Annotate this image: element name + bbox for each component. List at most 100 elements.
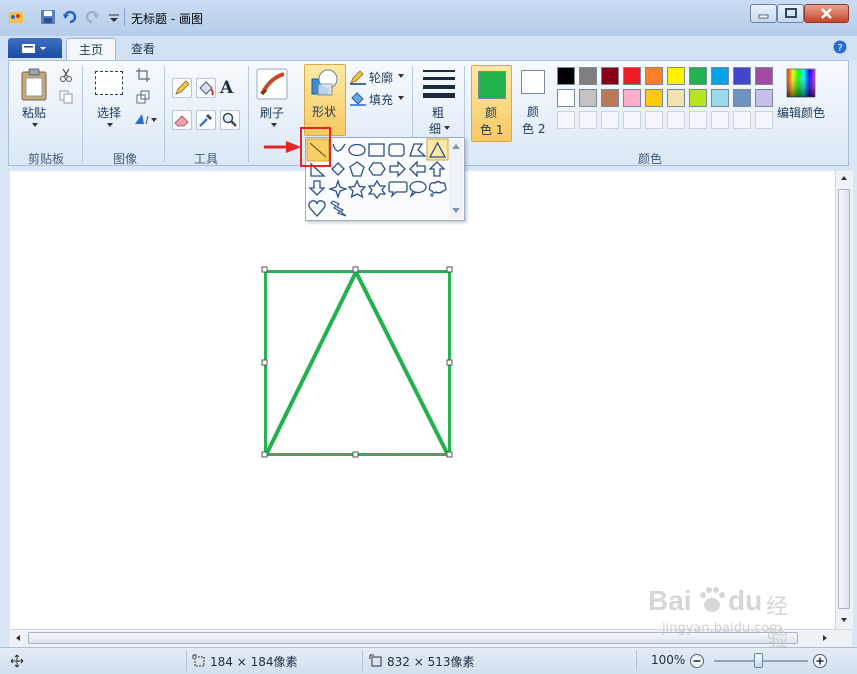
shape-rounded-rectangle-item[interactable]	[388, 143, 405, 157]
drawing-canvas[interactable]	[10, 171, 835, 629]
color1-button[interactable]: 颜 色 1	[471, 65, 512, 142]
palette-color-swatch[interactable]	[711, 89, 729, 107]
customize-toolbar-icon[interactable]	[106, 9, 122, 25]
select-icon[interactable]	[95, 71, 123, 95]
palette-color-swatch[interactable]	[601, 89, 619, 107]
select-dropdown-icon[interactable]	[106, 122, 114, 128]
brush-icon[interactable]	[256, 68, 288, 100]
pencil-tool-button[interactable]	[172, 78, 192, 98]
save-icon[interactable]	[40, 9, 56, 25]
shape-hexagon-item[interactable]	[368, 162, 386, 176]
palette-color-swatch[interactable]	[733, 67, 751, 85]
size-icon[interactable]	[422, 68, 456, 98]
resize-handle[interactable]	[261, 451, 268, 458]
shape-curve-item[interactable]	[332, 143, 346, 152]
palette-custom-slot[interactable]	[557, 111, 575, 129]
crop-icon[interactable]	[136, 68, 150, 82]
zoom-in-icon[interactable]	[812, 653, 828, 669]
shape-triangle-item[interactable]	[426, 138, 449, 161]
size-label-line1[interactable]: 粗	[432, 104, 444, 121]
resize-handle[interactable]	[446, 359, 453, 366]
palette-custom-slot[interactable]	[733, 111, 751, 129]
resize-handle[interactable]	[352, 266, 359, 273]
redo-icon[interactable]	[84, 9, 100, 25]
shape-rounded-callout-item[interactable]	[388, 181, 408, 199]
palette-color-swatch[interactable]	[557, 89, 575, 107]
cut-icon[interactable]	[59, 68, 73, 82]
shape-oval-callout-item[interactable]	[409, 180, 427, 199]
palette-custom-slot[interactable]	[601, 111, 619, 129]
resize-handle[interactable]	[261, 266, 268, 273]
shapes-dropdown-scrollbar[interactable]	[449, 139, 463, 219]
copy-icon[interactable]	[59, 90, 73, 104]
color2-label-line1[interactable]: 颜	[527, 103, 539, 120]
zoom-out-icon[interactable]	[689, 653, 705, 669]
palette-color-swatch[interactable]	[645, 67, 663, 85]
shape-right-arrow-item[interactable]	[389, 160, 406, 178]
palette-color-swatch[interactable]	[755, 89, 773, 107]
palette-color-swatch[interactable]	[557, 67, 575, 85]
minimize-button[interactable]	[750, 4, 777, 23]
palette-color-swatch[interactable]	[623, 89, 641, 107]
palette-color-swatch[interactable]	[689, 67, 707, 85]
rotate-icon[interactable]	[134, 112, 158, 126]
palette-color-swatch[interactable]	[711, 67, 729, 85]
scroll-down-icon[interactable]	[840, 617, 848, 623]
text-tool-button[interactable]: A	[220, 78, 240, 98]
fill-tool-button[interactable]	[196, 78, 216, 98]
size-label-line2[interactable]: 细	[429, 120, 441, 137]
palette-custom-slot[interactable]	[711, 111, 729, 129]
tab-view[interactable]: 查看	[120, 38, 166, 60]
shape-up-arrow-item[interactable]	[428, 161, 446, 177]
shape-five-point-star-item[interactable]	[347, 179, 367, 199]
vertical-scrollbar[interactable]	[835, 171, 853, 629]
resize-handle[interactable]	[446, 266, 453, 273]
undo-icon[interactable]	[62, 9, 78, 25]
outline-label[interactable]: 轮廓	[369, 69, 393, 86]
color2-swatch[interactable]	[521, 70, 545, 94]
size-dropdown-icon[interactable]	[443, 125, 451, 131]
magnifier-tool-button[interactable]	[220, 110, 240, 130]
palette-color-swatch[interactable]	[623, 67, 641, 85]
resize-icon[interactable]	[136, 90, 150, 104]
shape-six-point-star-item[interactable]	[367, 179, 387, 200]
palette-color-swatch[interactable]	[667, 67, 685, 85]
resize-handle[interactable]	[352, 451, 359, 458]
scroll-right-icon[interactable]	[822, 634, 828, 642]
shape-polygon-item[interactable]	[409, 143, 427, 157]
scroll-up-icon[interactable]	[840, 175, 848, 181]
shape-rectangle-item[interactable]	[368, 143, 385, 157]
shape-left-arrow-item[interactable]	[409, 160, 426, 178]
shape-cloud-callout-item[interactable]	[428, 180, 447, 197]
edit-colors-icon[interactable]	[786, 68, 816, 98]
maximize-button[interactable]	[777, 4, 804, 23]
close-button[interactable]	[804, 4, 849, 23]
shape-down-arrow-item[interactable]	[308, 180, 326, 196]
eraser-tool-button[interactable]	[172, 110, 192, 130]
paint-app-icon[interactable]	[8, 9, 24, 25]
fill-label[interactable]: 填充	[369, 91, 393, 108]
palette-color-swatch[interactable]	[579, 67, 597, 85]
brushes-dropdown-icon[interactable]	[270, 122, 278, 128]
scroll-left-icon[interactable]	[15, 634, 21, 642]
palette-custom-slot[interactable]	[623, 111, 641, 129]
palette-color-swatch[interactable]	[601, 67, 619, 85]
shape-four-point-star-item[interactable]	[327, 178, 349, 200]
shape-heart-item[interactable]	[308, 200, 326, 217]
palette-color-swatch[interactable]	[579, 89, 597, 107]
shape-diamond-item[interactable]	[331, 162, 345, 176]
resize-handle[interactable]	[261, 359, 268, 366]
color-picker-tool-button[interactable]	[196, 110, 216, 130]
shape-pentagon-item[interactable]	[349, 161, 365, 177]
palette-custom-slot[interactable]	[667, 111, 685, 129]
zoom-slider-thumb[interactable]	[754, 653, 763, 668]
edit-colors-label[interactable]: 编辑颜色	[777, 104, 825, 121]
shapes-button[interactable]: 形状	[304, 64, 346, 136]
brushes-label[interactable]: 刷子	[260, 104, 284, 121]
paste-icon[interactable]	[20, 68, 50, 102]
shape-oval-item[interactable]	[348, 143, 366, 157]
outline-icon[interactable]	[349, 69, 367, 85]
palette-color-swatch[interactable]	[755, 67, 773, 85]
tab-home[interactable]: 主页	[66, 38, 116, 61]
palette-custom-slot[interactable]	[689, 111, 707, 129]
